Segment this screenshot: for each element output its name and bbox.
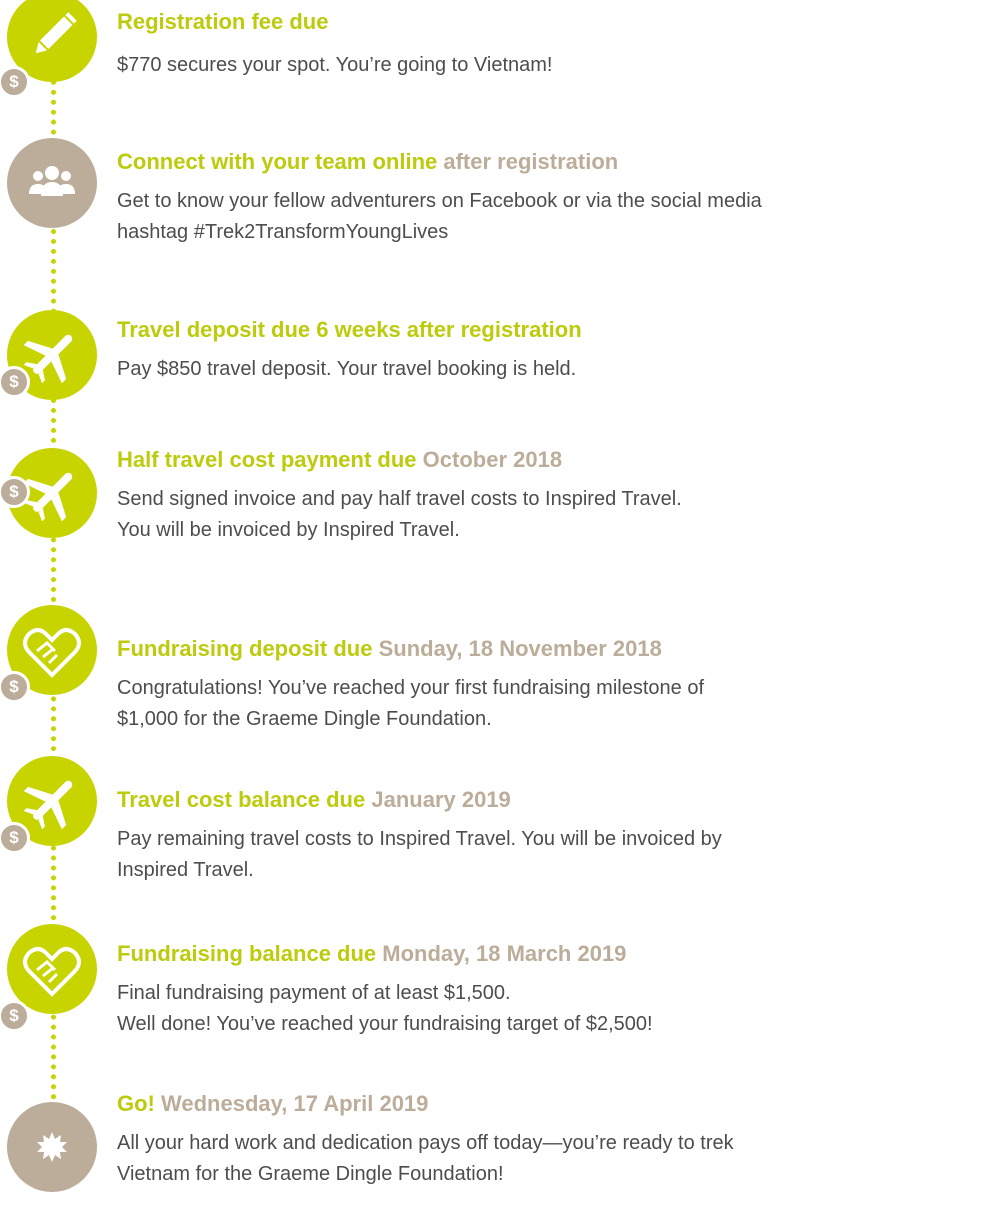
description-line: $1,000 for the Graeme Dingle Foundation.	[117, 708, 492, 730]
step-date: 6 weeks after registration	[316, 317, 582, 342]
team-icon	[29, 166, 75, 196]
step-marker	[7, 1102, 97, 1192]
step-heading: Fundraising deposit due Sunday, 18 Novem…	[117, 635, 662, 663]
step-title: Fundraising deposit due	[117, 636, 373, 661]
step-description: Get to know your fellow adventurers on F…	[117, 186, 977, 248]
step-heading: Travel deposit due 6 weeks after registr…	[117, 316, 582, 344]
description-line: Pay remaining travel costs to Inspired T…	[117, 828, 722, 850]
description-line: Pay $850 travel deposit. Your travel boo…	[117, 358, 577, 380]
step-date: October 2018	[422, 447, 563, 472]
step-date: Wednesday, 17 April 2019	[161, 1091, 429, 1116]
step-description: Congratulations! You’ve reached your fir…	[117, 673, 977, 735]
description-line: Inspired Travel.	[117, 859, 254, 881]
step-title: Half travel cost payment due	[117, 447, 417, 472]
description-line: Vietnam for the Graeme Dingle Foundation…	[117, 1163, 504, 1185]
dollar-coin-icon: $	[0, 1000, 30, 1032]
step-title: Travel deposit due	[117, 317, 311, 342]
description-line: Get to know your fellow adventurers on F…	[117, 190, 762, 212]
step-heading: Connect with your team online after regi…	[117, 148, 618, 176]
step-title: Connect with your team online	[117, 149, 438, 174]
step-description: Pay remaining travel costs to Inspired T…	[117, 824, 977, 886]
description-line: Final fundraising payment of at least $1…	[117, 982, 511, 1004]
step-date: after registration	[443, 149, 619, 174]
description-line: hashtag #Trek2TransformYoungLives	[117, 221, 449, 243]
dollar-coin-icon: $	[0, 822, 30, 854]
step-title: Go!	[117, 1091, 155, 1116]
dollar-coin-icon: $	[0, 671, 30, 703]
step-heading: Travel cost balance due January 2019	[117, 786, 511, 814]
step-description: All your hard work and dedication pays o…	[117, 1128, 977, 1190]
step-description: Pay $850 travel deposit. Your travel boo…	[117, 354, 977, 385]
step-description: $770 secures your spot. You’re going to …	[117, 50, 977, 81]
step-date: January 2019	[371, 787, 511, 812]
description-line: $770 secures your spot. You’re going to …	[117, 54, 553, 76]
step-heading: Registration fee due	[117, 8, 328, 36]
step-description: Final fundraising payment of at least $1…	[117, 978, 977, 1040]
step-date: Monday, 18 March 2019	[382, 941, 627, 966]
description-line: You will be invoiced by Inspired Travel.	[117, 519, 460, 541]
starburst-icon	[37, 1132, 67, 1162]
description-line: Well done! You’ve reached your fundraisi…	[117, 1013, 653, 1035]
step-description: Send signed invoice and pay half travel …	[117, 484, 977, 546]
description-line: Send signed invoice and pay half travel …	[117, 488, 682, 510]
step-heading: Go! Wednesday, 17 April 2019	[117, 1090, 428, 1118]
step-title: Travel cost balance due	[117, 787, 366, 812]
description-line: All your hard work and dedication pays o…	[117, 1132, 734, 1154]
step-heading: Half travel cost payment due October 201…	[117, 446, 562, 474]
step-title: Fundraising balance due	[117, 941, 377, 966]
step-date: Sunday, 18 November 2018	[378, 636, 662, 661]
description-line: Congratulations! You’ve reached your fir…	[117, 677, 705, 699]
step-marker	[7, 138, 97, 228]
step-heading: Fundraising balance due Monday, 18 March…	[117, 940, 626, 968]
dollar-coin-icon: $	[0, 66, 30, 98]
step-title: Registration fee due	[117, 9, 329, 34]
